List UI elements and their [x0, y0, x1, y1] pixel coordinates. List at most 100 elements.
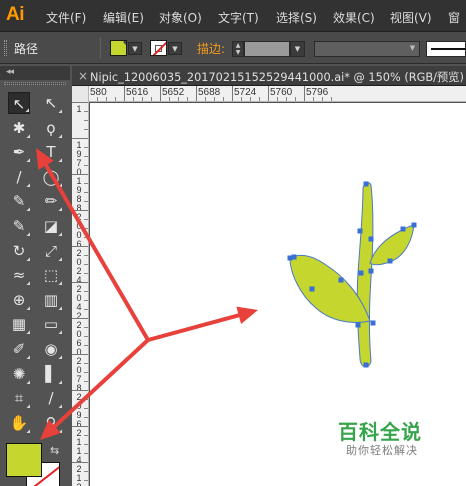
anchor-point[interactable] — [355, 322, 361, 328]
ruler-minor-tick — [84, 345, 88, 346]
slice-tool-icon[interactable]: ∕ — [40, 387, 62, 409]
scale-tool-icon[interactable]: ⤢ — [40, 240, 62, 262]
free-transform-tool-icon[interactable]: ⬚ — [40, 264, 62, 286]
ruler-label: 2024 — [76, 248, 82, 285]
type-tool-icon[interactable]: T — [40, 141, 62, 163]
menu-object[interactable]: 对象(O) — [159, 9, 202, 26]
ruler-label: 5616 — [126, 87, 149, 98]
anchor-point[interactable] — [357, 228, 363, 234]
magic-wand-tool-icon[interactable]: ✱ — [8, 117, 30, 139]
ruler-label: 1 — [76, 104, 82, 114]
anchor-point[interactable] — [309, 286, 315, 292]
pencil-tool-icon[interactable]: ✏ — [40, 190, 62, 212]
anchor-point[interactable] — [358, 270, 364, 276]
mesh-tool-icon[interactable]: ▦ — [8, 313, 30, 335]
direct-selection-tool-icon[interactable]: ↖ — [40, 92, 62, 114]
fill-swatch-large[interactable] — [6, 443, 42, 477]
ruler-label: 2078 — [76, 356, 82, 393]
swap-fill-stroke-icon[interactable]: ⇆ — [50, 444, 59, 457]
pen-tool-icon[interactable]: ✒ — [8, 141, 30, 163]
ruler-minor-tick — [84, 228, 88, 229]
ruler-tick — [160, 86, 161, 101]
ruler-minor-tick — [84, 399, 88, 400]
symbol-sprayer-tool-icon[interactable]: ✺ — [8, 363, 30, 385]
blob-brush-tool-icon[interactable]: ✎ — [8, 215, 30, 237]
document-title: Nipic_12006035_20170215152529441000.ai* … — [90, 71, 464, 84]
menu-view[interactable]: 视图(V) — [390, 9, 432, 26]
ellipse-tool-icon[interactable]: ◯ — [40, 166, 62, 188]
watermark-title: 百科全说 — [338, 420, 422, 444]
anchor-point[interactable] — [291, 254, 297, 260]
menu-file[interactable]: 文件(F) — [46, 9, 86, 26]
ruler-minor-tick — [84, 435, 88, 436]
ruler-minor-tick — [84, 219, 88, 220]
fill-dropdown-arrow[interactable]: ▼ — [128, 42, 142, 55]
anchor-point[interactable] — [411, 222, 417, 228]
rotate-tool-icon[interactable]: ↻ — [8, 240, 30, 262]
stroke-dropdown-arrow[interactable]: ▼ — [168, 42, 182, 55]
anchor-point[interactable] — [368, 236, 374, 242]
anchor-point[interactable] — [370, 320, 376, 326]
ruler-tick — [72, 354, 88, 355]
selection-tool-icon[interactable]: ↖ — [8, 92, 30, 114]
stroke-weight-label[interactable]: 描边: — [197, 40, 225, 57]
ruler-minor-tick — [313, 97, 314, 101]
anchor-point[interactable] — [363, 181, 369, 187]
anchor-point[interactable] — [363, 362, 369, 368]
shape-builder-tool-icon[interactable]: ⊕ — [8, 289, 30, 311]
width-tool-icon[interactable]: ≈ — [8, 264, 30, 286]
ruler-tick — [124, 86, 125, 101]
blend-tool-icon[interactable]: ◉ — [40, 338, 62, 360]
gradient-tool-icon[interactable]: ▭ — [40, 313, 62, 335]
anchor-point[interactable] — [400, 226, 406, 232]
variable-width-dropdown-arrow[interactable]: ▼ — [405, 41, 420, 57]
menu-effect[interactable]: 效果(C) — [333, 9, 375, 26]
paintbrush-tool-icon[interactable]: ✎ — [8, 190, 30, 212]
stroke-weight-input[interactable] — [244, 41, 290, 57]
hand-tool-icon[interactable]: ✋ — [8, 412, 30, 434]
ruler-minor-tick — [84, 408, 88, 409]
menu-window[interactable]: 窗 — [448, 9, 460, 26]
line-segment-tool-icon[interactable]: / — [8, 166, 30, 188]
fill-color-swatch[interactable] — [110, 40, 127, 56]
document-tab[interactable]: × Nipic_12006035_20170215152529441000.ai… — [72, 66, 466, 86]
stroke-weight-stepper[interactable]: ▲ ▼ — [232, 41, 244, 57]
tools-panel-grip[interactable] — [4, 82, 66, 85]
ruler-label: 1970 — [76, 140, 82, 177]
vertical-ruler[interactable]: 1 197019882006202420422060207820962114213… — [72, 102, 89, 486]
ruler-minor-tick — [84, 129, 88, 130]
menu-type[interactable]: 文字(T) — [218, 9, 259, 26]
brush-stroke-preview — [431, 48, 466, 50]
control-bar-grip[interactable] — [4, 40, 7, 56]
anchor-point[interactable] — [338, 277, 344, 283]
eyedropper-tool-icon[interactable]: ✐ — [8, 338, 30, 360]
menu-bar: Ai 文件(F) 编辑(E) 对象(O) 文字(T) 选择(S) 效果(C) 视… — [0, 0, 466, 32]
close-icon[interactable]: × — [78, 69, 88, 83]
eraser-tool-icon[interactable]: ◪ — [40, 215, 62, 237]
horizontal-ruler[interactable]: 580 5616 5652 5688 5724 5760 5796 — [72, 86, 466, 102]
anchor-point[interactable] — [387, 258, 393, 264]
app-logo: Ai — [6, 4, 25, 25]
zoom-tool-icon[interactable]: ⚲ — [40, 412, 62, 434]
stroke-weight-dropdown[interactable]: ▼ — [290, 41, 305, 57]
ruler-origin[interactable] — [72, 86, 89, 102]
ruler-label: 2132 — [76, 464, 82, 486]
ruler-minor-tick — [84, 192, 88, 193]
ruler-minor-tick — [142, 97, 143, 101]
anchor-point[interactable] — [368, 268, 374, 274]
menu-select[interactable]: 选择(S) — [276, 9, 317, 26]
collapse-icon[interactable]: ◂◂ — [6, 67, 14, 77]
ruler-minor-tick — [84, 336, 88, 337]
stroke-color-swatch[interactable] — [150, 40, 167, 56]
perspective-grid-tool-icon[interactable]: ▥ — [40, 289, 62, 311]
lasso-tool-icon[interactable]: ϙ — [40, 117, 62, 139]
artboard-tool-icon[interactable]: ⌗ — [8, 387, 30, 409]
ruler-tick — [72, 318, 88, 319]
ruler-tick — [72, 426, 88, 427]
brush-definition[interactable] — [426, 41, 466, 57]
ruler-tick — [72, 174, 88, 175]
ruler-minor-tick — [84, 372, 88, 373]
ruler-minor-tick — [84, 291, 88, 292]
menu-edit[interactable]: 编辑(E) — [103, 9, 144, 26]
column-graph-tool-icon[interactable]: ▌ — [40, 363, 62, 385]
